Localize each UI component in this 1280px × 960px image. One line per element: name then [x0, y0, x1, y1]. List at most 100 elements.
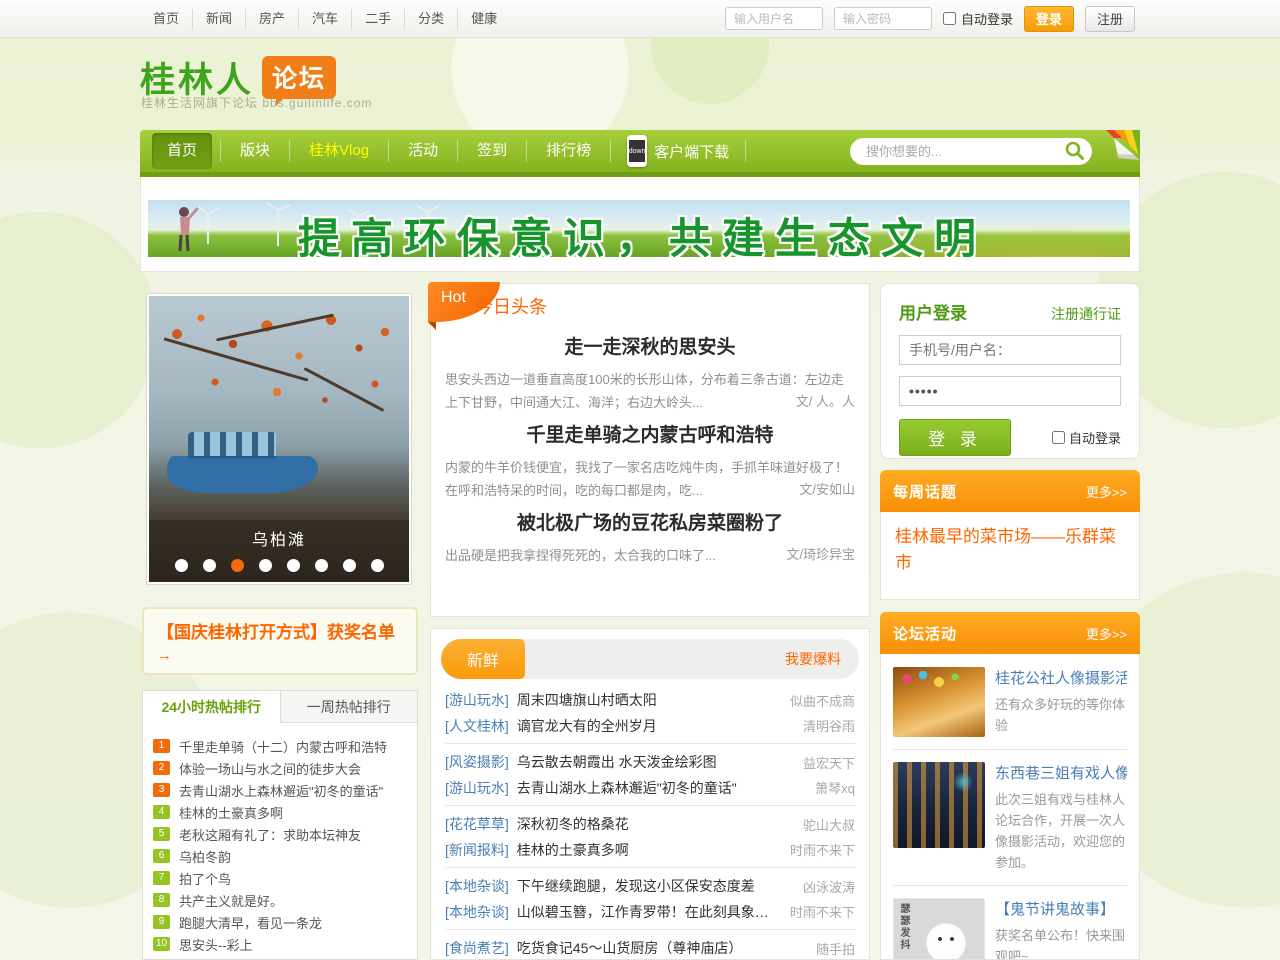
fresh-category[interactable]: [食尚煮艺] [445, 938, 509, 958]
fresh-title[interactable]: 深秋初冬的格桑花 [517, 814, 793, 834]
topbar-link[interactable]: 新闻 [192, 9, 245, 29]
topbar-password-input[interactable] [834, 7, 932, 30]
hot-post-item[interactable]: 9 跑腿大清早，看见一条龙 [153, 911, 407, 933]
hot-post-title[interactable]: 千里走单骑（十二）内蒙古呼和浩特 [179, 737, 387, 756]
hot-post-item[interactable]: 6 乌柏冬韵 [153, 845, 407, 867]
activity-title[interactable]: 东西巷三姐有戏人像摄 [995, 762, 1127, 783]
corner-ribbon-decoration[interactable] [1104, 128, 1142, 166]
activity-item[interactable]: 桂花公社人像摄影活动 还有众多好玩的等你体验 [893, 667, 1127, 750]
hot-post-title[interactable]: 拍了个鸟 [179, 869, 231, 888]
activity-item[interactable]: 东西巷三姐有戏人像摄 此次三姐有戏与桂林人论坛合作，开展一次人像摄影活动，欢迎您… [893, 762, 1127, 886]
carousel-dot[interactable] [343, 559, 356, 572]
carousel-dot[interactable] [231, 559, 244, 572]
activity-item[interactable]: 瑟瑟发抖 【鬼节讲鬼故事】 获奖名单公布！快来围观吧~ [893, 898, 1127, 960]
fresh-item[interactable]: [新闻报料] 桂林的土豪真多啊 时雨不来下 [445, 837, 855, 868]
report-link[interactable]: 我要爆料 [785, 649, 859, 669]
hot-post-item[interactable]: 4 桂林的土豪真多啊 [153, 801, 407, 823]
fresh-item[interactable]: [游山玩水] 去青山湖水上森林邂逅"初冬的童话" 箫琴xq [445, 775, 855, 806]
carousel-dot[interactable] [287, 559, 300, 572]
carousel-dot[interactable] [175, 559, 188, 572]
article-title[interactable]: 被北极广场的豆花私房菜圈粉了 [445, 508, 855, 535]
nav-item[interactable]: 排行榜 [526, 140, 610, 162]
hot-post-title[interactable]: 体验一场山与水之间的徒步大会 [179, 759, 361, 778]
campaign-banner[interactable]: 提高环保意识，共建生态文明 [148, 200, 1130, 257]
nav-item[interactable]: 版块 [220, 140, 289, 162]
hot-post-title[interactable]: 共产主义就是好。 [179, 891, 283, 910]
tab-fresh[interactable]: 新鲜 [441, 639, 525, 679]
hot-post-item[interactable]: 8 共产主义就是好。 [153, 889, 407, 911]
tab-24h-hot[interactable]: 24小时热帖排行 [142, 690, 281, 723]
hot-post-title[interactable]: 去青山湖水上森林邂逅"初冬的童话" [179, 781, 383, 800]
login-autologin-checkbox[interactable] [1052, 431, 1065, 444]
topbar-autologin-checkbox[interactable] [943, 12, 956, 25]
weekly-topic-link[interactable]: 桂林最早的菜市场——乐群菜市 [895, 524, 1125, 576]
section-title-headlines[interactable]: 今日头条 [475, 293, 547, 319]
fresh-title[interactable]: 桂林的土豪真多啊 [517, 840, 780, 860]
carousel-dot[interactable] [259, 559, 272, 572]
topbar-link[interactable]: 首页 [140, 9, 192, 29]
carousel-dot[interactable] [371, 559, 384, 572]
register-pass-link[interactable]: 注册通行证 [1051, 304, 1121, 324]
hot-post-title[interactable]: 乌柏冬韵 [179, 847, 231, 866]
photo-carousel[interactable]: 乌柏滩 [146, 293, 412, 585]
tab-weekly-hot[interactable]: 一周热帖排行 [281, 690, 419, 723]
fresh-item[interactable]: [本地杂谈] 下午继续跑腿，发现这小区保安态度差 凶泳波涛 [445, 873, 855, 899]
fresh-title[interactable]: 谪官龙大有的全州岁月 [517, 716, 793, 736]
weekly-topic-more-link[interactable]: 更多>> [1086, 482, 1127, 501]
fresh-category[interactable]: [本地杂谈] [445, 876, 509, 896]
forum-activities-more-link[interactable]: 更多>> [1086, 624, 1127, 643]
activity-title[interactable]: 【鬼节讲鬼故事】 [995, 898, 1127, 919]
hot-post-item[interactable]: 5 老秋这厢有礼了：求助本坛神友 [153, 823, 407, 845]
fresh-item[interactable]: [本地杂谈] 山似碧玉簪，江作青罗带！在此刻具象化了 时雨不来下 [445, 899, 855, 930]
topbar-login-button[interactable]: 登录 [1024, 6, 1074, 32]
login-button[interactable]: 登 录 [899, 419, 1011, 456]
topbar-link[interactable]: 房产 [245, 9, 298, 29]
login-username-input[interactable] [899, 335, 1121, 365]
fresh-item[interactable]: [花花草草] 深秋初冬的格桑花 驼山大叔 [445, 811, 855, 837]
topbar-link[interactable]: 健康 [457, 9, 510, 29]
hot-post-item[interactable]: 7 拍了个鸟 [153, 867, 407, 889]
topbar-register-button[interactable]: 注册 [1085, 6, 1135, 32]
hot-post-title[interactable]: 老秋这厢有礼了：求助本坛神友 [179, 825, 361, 844]
hot-post-item[interactable]: 2 体验一场山与水之间的徒步大会 [153, 757, 407, 779]
hot-post-item[interactable]: 1 千里走单骑（十二）内蒙古呼和浩特 [153, 735, 407, 757]
fresh-title[interactable]: 乌云散去朝霞出 水天泼金绘彩图 [517, 752, 793, 772]
fresh-category[interactable]: [人文桂林] [445, 716, 509, 736]
fresh-item[interactable]: [风姿摄影] 乌云散去朝霞出 水天泼金绘彩图 益宏天下 [445, 749, 855, 775]
fresh-category[interactable]: [游山玩水] [445, 690, 509, 710]
activity-title[interactable]: 桂花公社人像摄影活动 [995, 667, 1127, 688]
topbar-link[interactable]: 汽车 [298, 9, 351, 29]
article-title[interactable]: 走一走深秋的思安头 [445, 332, 855, 359]
fresh-title[interactable]: 周末四塘旗山村晒太阳 [517, 690, 780, 710]
fresh-item[interactable]: [人文桂林] 谪官龙大有的全州岁月 清明谷雨 [445, 713, 855, 744]
fresh-item[interactable]: [食尚煮艺] 吃货食记45～山货厨房（尊神庙店） 随手拍 [445, 935, 855, 960]
fresh-title[interactable]: 下午继续跑腿，发现这小区保安态度差 [517, 876, 793, 896]
fresh-category[interactable]: [新闻报料] [445, 840, 509, 860]
fresh-title[interactable]: 去青山湖水上森林邂逅"初冬的童话" [517, 778, 805, 798]
topbar-link[interactable]: 二手 [351, 9, 404, 29]
fresh-category[interactable]: [本地杂谈] [445, 902, 509, 922]
fresh-item[interactable]: [游山玩水] 周末四塘旗山村晒太阳 似曲不成商 [445, 687, 855, 713]
hot-post-title[interactable]: 思安头--彩上 [179, 935, 253, 954]
nav-app-download[interactable]: down 客户端下载 [610, 140, 746, 162]
award-announcement[interactable]: 【国庆桂林打开方式】获奖名单 → [142, 607, 418, 675]
search-button[interactable] [1064, 140, 1086, 162]
topbar-username-input[interactable] [725, 7, 823, 30]
search-input[interactable] [866, 144, 1064, 159]
article-title[interactable]: 千里走单骑之内蒙古呼和浩特 [445, 420, 855, 447]
nav-item[interactable]: 活动 [388, 140, 457, 162]
nav-item[interactable]: 桂林Vlog [289, 140, 388, 162]
fresh-category[interactable]: [游山玩水] [445, 778, 509, 798]
hot-post-title[interactable]: 桂林的土豪真多啊 [179, 803, 283, 822]
topbar-link[interactable]: 分类 [404, 9, 457, 29]
hot-post-item[interactable]: 3 去青山湖水上森林邂逅"初冬的童话" [153, 779, 407, 801]
carousel-dot[interactable] [203, 559, 216, 572]
fresh-title[interactable]: 山似碧玉簪，江作青罗带！在此刻具象化了 [517, 902, 780, 922]
hot-post-item[interactable]: 10 思安头--彩上 [153, 933, 407, 955]
fresh-category[interactable]: [花花草草] [445, 814, 509, 834]
hot-post-title[interactable]: 跑腿大清早，看见一条龙 [179, 913, 322, 932]
nav-item[interactable]: 首页 [152, 133, 212, 169]
fresh-category[interactable]: [风姿摄影] [445, 752, 509, 772]
carousel-dot[interactable] [315, 559, 328, 572]
fresh-title[interactable]: 吃货食记45～山货厨房（尊神庙店） [517, 938, 806, 958]
